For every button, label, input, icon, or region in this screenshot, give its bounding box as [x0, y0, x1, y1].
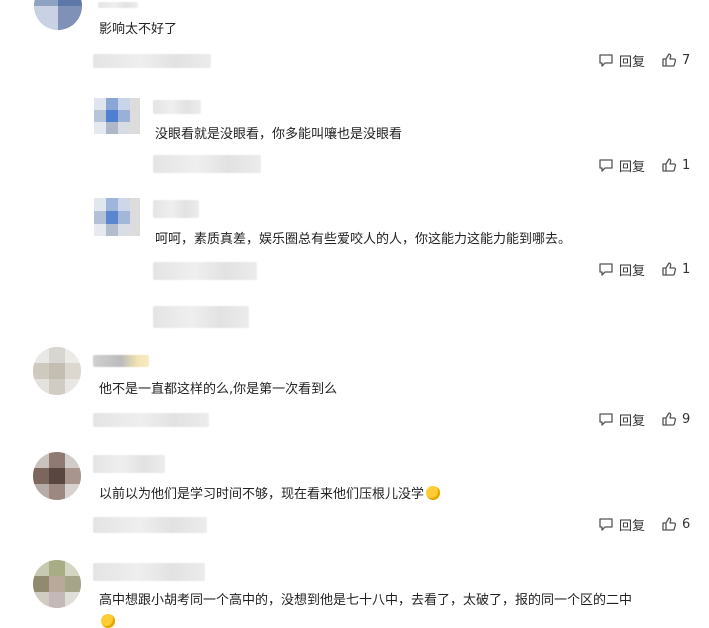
- timestamp-blurred: [93, 54, 211, 68]
- reply-button[interactable]: 回复: [598, 260, 645, 279]
- reply-label: 回复: [619, 54, 646, 70]
- like-button[interactable]: 9: [661, 411, 690, 427]
- comment-bubble-icon: [599, 518, 613, 531]
- reply-label: 回复: [619, 518, 646, 534]
- like-count: 9: [682, 411, 691, 427]
- comment-actions: 回复 9: [598, 410, 690, 429]
- thumbs-up-icon: [662, 412, 677, 426]
- laughing-emoji-icon: [426, 486, 441, 500]
- like-count: 1: [682, 157, 691, 173]
- username-blurred: [153, 200, 199, 218]
- thumbs-up-icon: [662, 517, 677, 531]
- timestamp-blurred: [93, 413, 209, 427]
- avatar[interactable]: [94, 98, 140, 134]
- reply-button[interactable]: 回复: [598, 156, 645, 175]
- avatar[interactable]: [94, 198, 140, 236]
- laughing-emoji-icon: [101, 614, 115, 628]
- comment-text: 高中想跟小胡考同一个高中的，没想到他是七十八中，去看了，太破了，报的同一个区的二…: [99, 593, 633, 608]
- comment-actions: 回复 1: [598, 156, 690, 175]
- reply-label: 回复: [619, 413, 646, 429]
- username-blurred: [98, 2, 138, 8]
- username-blurred: [93, 455, 165, 473]
- like-button[interactable]: 1: [661, 261, 690, 277]
- username-blurred: [93, 355, 149, 367]
- reply-button[interactable]: 回复: [598, 410, 645, 429]
- comment-text: 没眼看就是没眼看，你多能叫嚷也是没眼看: [155, 127, 403, 142]
- comment-actions: 回复 6: [598, 515, 690, 534]
- comment-text: 他不是一直都这样的么,你是第一次看到么: [99, 382, 338, 397]
- timestamp-blurred: [153, 262, 257, 280]
- comment-bubble-icon: [599, 263, 613, 276]
- comment-text: 以前以为他们是学习时间不够，现在看来他们压根儿没学: [99, 486, 441, 504]
- comment-bubble-icon: [599, 54, 613, 67]
- comment-text: 影响太不好了: [99, 22, 178, 37]
- like-count: 7: [682, 52, 691, 68]
- reply-button[interactable]: 回复: [598, 515, 645, 534]
- comment-bubble-icon: [599, 159, 613, 172]
- like-button[interactable]: 1: [661, 157, 690, 173]
- like-button[interactable]: 6: [661, 516, 690, 532]
- reply-label: 回复: [619, 263, 646, 279]
- comment-actions: 回复 1: [598, 260, 690, 279]
- comment-actions: 回复 7: [598, 51, 690, 70]
- username-blurred: [153, 100, 201, 114]
- avatar[interactable]: [33, 560, 81, 608]
- thumbs-up-icon: [662, 158, 677, 172]
- comment-bubble-icon: [599, 413, 613, 426]
- like-count: 6: [682, 516, 691, 532]
- comment-text-content: 以前以为他们是学习时间不够，现在看来他们压根儿没学: [99, 487, 425, 502]
- reply-button[interactable]: 回复: [598, 51, 645, 70]
- like-button[interactable]: 7: [661, 52, 690, 68]
- thumbs-up-icon: [662, 53, 677, 67]
- avatar[interactable]: [33, 452, 81, 500]
- reply-label: 回复: [619, 159, 646, 175]
- like-count: 1: [682, 261, 691, 277]
- timestamp-blurred: [93, 517, 207, 533]
- more-replies-link-blurred[interactable]: [153, 306, 249, 328]
- thumbs-up-icon: [662, 262, 677, 276]
- timestamp-blurred: [153, 155, 261, 173]
- username-blurred: [93, 563, 205, 581]
- comment-text: 呵呵，素质真差，娱乐圈总有些爱咬人的人，你这能力这能力能到哪去。: [155, 232, 572, 247]
- avatar[interactable]: [34, 0, 82, 30]
- avatar[interactable]: [33, 347, 81, 395]
